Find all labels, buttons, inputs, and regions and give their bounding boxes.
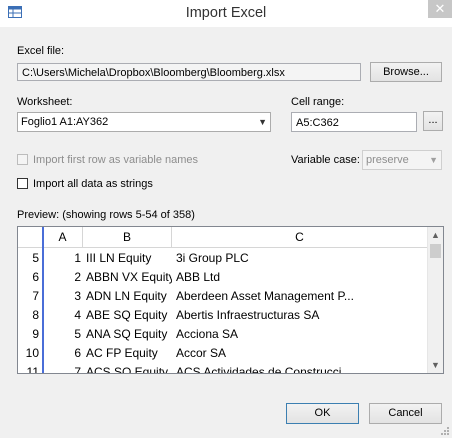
- row-number: 6: [32, 270, 39, 284]
- cell-b: III LN Equity: [86, 251, 152, 265]
- variable-case-value: preserve: [366, 154, 409, 166]
- preview-label: Preview: (showing rows 5-54 of 358): [17, 209, 195, 221]
- cell-b: ADN LN Equity: [86, 289, 167, 303]
- row-number: 5: [32, 251, 39, 265]
- worksheet-label: Worksheet:: [17, 96, 73, 108]
- strings-checkbox[interactable]: [17, 178, 28, 189]
- worksheet-value: Foglio1 A1:AY362: [21, 116, 109, 128]
- cell-a: 7: [74, 365, 81, 373]
- cell-range-label: Cell range:: [291, 96, 345, 108]
- cell-b: ABE SQ Equity: [86, 308, 168, 322]
- preview-grid-body: A B C 5 1 III LN Equity 3i Group PLC 6 2…: [18, 227, 428, 373]
- cancel-button[interactable]: Cancel: [369, 403, 442, 424]
- first-row-label: Import first row as variable names: [33, 154, 199, 166]
- worksheet-select[interactable]: Foglio1 A1:AY362 ▼: [17, 112, 271, 132]
- chevron-down-icon: ▼: [429, 155, 438, 165]
- cell-b: ACS SQ Equity: [86, 365, 169, 373]
- cell-c: Aberdeen Asset Management P...: [176, 289, 354, 303]
- strings-label: Import all data as strings: [33, 178, 153, 190]
- row-number: 10: [25, 346, 39, 360]
- table-row: 8 4 ABE SQ Equity Abertis Infraestructur…: [18, 306, 428, 325]
- cell-c: 3i Group PLC: [176, 251, 249, 265]
- preview-grid[interactable]: A B C 5 1 III LN Equity 3i Group PLC 6 2…: [17, 226, 444, 374]
- cell-a: 6: [74, 346, 81, 360]
- browse-button[interactable]: Browse...: [370, 62, 442, 82]
- first-row-checkbox[interactable]: [17, 154, 28, 165]
- vertical-scrollbar[interactable]: ▲ ▼: [427, 227, 443, 373]
- cell-c: Abertis Infraestructuras SA: [176, 308, 320, 322]
- cell-range-field[interactable]: A5:C362: [291, 112, 417, 132]
- chevron-down-icon: ▼: [258, 117, 267, 127]
- ok-button[interactable]: OK: [286, 403, 359, 424]
- cell-a: 4: [74, 308, 81, 322]
- table-row: 11 7 ACS SQ Equity ACS Actividades de Co…: [18, 363, 428, 373]
- excel-file-field[interactable]: C:\Users\Michela\Dropbox\Bloomberg\Bloom…: [17, 63, 361, 81]
- cell-a: 5: [74, 327, 81, 341]
- table-row: 9 5 ANA SQ Equity Acciona SA: [18, 325, 428, 344]
- table-row: 6 2 ABBN VX Equity ABB Ltd: [18, 268, 428, 287]
- cell-c: ACS Actividades de Construcci: [176, 365, 342, 373]
- close-button[interactable]: ✕: [428, 0, 452, 18]
- row-number: 8: [32, 308, 39, 322]
- row-number: 7: [32, 289, 39, 303]
- cell-b: ANA SQ Equity: [86, 327, 168, 341]
- cell-range-picker-button[interactable]: ...: [423, 111, 443, 131]
- cell-b: AC FP Equity: [86, 346, 158, 360]
- close-icon: ✕: [434, 1, 446, 16]
- scroll-thumb[interactable]: [430, 244, 441, 258]
- cell-c: Accor SA: [176, 346, 227, 360]
- cell-b: ABBN VX Equity: [86, 270, 172, 284]
- table-row: 7 3 ADN LN Equity Aberdeen Asset Managem…: [18, 287, 428, 306]
- window-title: Import Excel: [185, 5, 267, 21]
- row-number: 9: [32, 327, 39, 341]
- title-bar: Import Excel ✕: [0, 0, 452, 28]
- resize-grip-icon[interactable]: [440, 426, 450, 436]
- column-header-b[interactable]: B: [83, 227, 172, 248]
- corner-header: [18, 227, 43, 248]
- row-number: 11: [26, 365, 39, 373]
- variable-case-label: Variable case:: [291, 154, 360, 166]
- excel-file-label: Excel file:: [17, 45, 65, 57]
- table-row: 5 1 III LN Equity 3i Group PLC: [18, 249, 428, 268]
- cell-c: ABB Ltd: [176, 270, 221, 284]
- cell-a: 2: [74, 270, 81, 284]
- column-header-c[interactable]: C: [172, 227, 428, 248]
- cell-c: Acciona SA: [176, 327, 239, 341]
- cell-a: 1: [74, 251, 81, 265]
- scroll-down-arrow-icon[interactable]: ▼: [428, 357, 443, 373]
- variable-case-select[interactable]: preserve ▼: [362, 150, 442, 170]
- cell-a: 3: [74, 289, 81, 303]
- scroll-up-arrow-icon[interactable]: ▲: [428, 227, 443, 243]
- column-header-a[interactable]: A: [43, 227, 83, 248]
- table-row: 10 6 AC FP Equity Accor SA: [18, 344, 428, 363]
